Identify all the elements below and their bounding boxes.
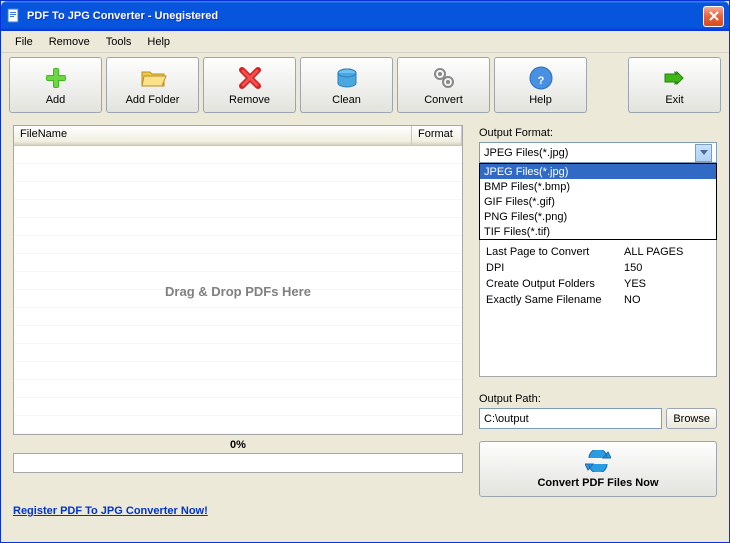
setting-row: Create Output FoldersYES [480, 278, 716, 294]
progress-bar [13, 453, 463, 473]
clean-label: Clean [332, 94, 361, 106]
chevron-down-icon[interactable] [695, 144, 712, 162]
menubar: File Remove Tools Help [1, 31, 729, 53]
window-title: PDF To JPG Converter - Unegistered [27, 10, 703, 22]
remove-button[interactable]: Remove [203, 57, 296, 113]
menu-help[interactable]: Help [139, 34, 178, 50]
output-format-select[interactable]: JPEG Files(*.jpg) JPEG Files(*.jpg) BMP … [479, 142, 717, 163]
convert-button[interactable]: Convert [397, 57, 490, 113]
add-label: Add [46, 94, 66, 106]
convert-label: Convert [424, 94, 463, 106]
setting-row: Last Page to ConvertALL PAGES [480, 246, 716, 262]
svg-text:?: ? [537, 75, 544, 87]
exit-button[interactable]: Exit [628, 57, 721, 113]
output-path-label: Output Path: [479, 391, 717, 408]
opt-bmp[interactable]: BMP Files(*.bmp) [480, 179, 716, 194]
output-format-dropdown[interactable]: JPEG Files(*.jpg) BMP Files(*.bmp) GIF F… [479, 163, 717, 240]
menu-file[interactable]: File [7, 34, 41, 50]
opt-tif[interactable]: TIF Files(*.tif) [480, 224, 716, 239]
table-body[interactable]: Drag & Drop PDFs Here [14, 146, 462, 435]
dragdrop-hint: Drag & Drop PDFs Here [165, 284, 311, 299]
clean-icon [333, 64, 361, 92]
help-label: Help [529, 94, 552, 106]
menu-tools[interactable]: Tools [98, 34, 140, 50]
add-folder-label: Add Folder [126, 94, 180, 106]
register-link[interactable]: Register PDF To JPG Converter Now! [1, 501, 729, 521]
clean-button[interactable]: Clean [300, 57, 393, 113]
convert-now-label: Convert PDF Files Now [537, 477, 658, 489]
convert-now-icon [585, 450, 611, 475]
convert-now-button[interactable]: Convert PDF Files Now [479, 441, 717, 497]
opt-jpeg[interactable]: JPEG Files(*.jpg) [480, 164, 716, 179]
opt-png[interactable]: PNG Files(*.png) [480, 209, 716, 224]
help-icon: ? [527, 64, 555, 92]
menu-remove[interactable]: Remove [41, 34, 98, 50]
folder-icon [139, 64, 167, 92]
progress-label: 0% [13, 435, 463, 453]
exit-label: Exit [665, 94, 683, 106]
output-format-label: Output Format: [479, 125, 717, 142]
output-path-input[interactable] [479, 408, 662, 429]
add-folder-button[interactable]: Add Folder [106, 57, 199, 113]
exit-icon [661, 64, 689, 92]
col-filename[interactable]: FileName [14, 126, 412, 145]
app-icon [6, 8, 22, 24]
output-format-value: JPEG Files(*.jpg) [484, 147, 695, 159]
col-format[interactable]: Format [412, 126, 462, 145]
help-button[interactable]: ? Help [494, 57, 587, 113]
add-icon [42, 64, 70, 92]
table-header: FileName Format [14, 126, 462, 146]
toolbar: Add Add Folder Remove Clean Convert ? He… [1, 53, 729, 117]
opt-gif[interactable]: GIF Files(*.gif) [480, 194, 716, 209]
setting-row: DPI150 [480, 262, 716, 278]
add-button[interactable]: Add [9, 57, 102, 113]
setting-row: Exactly Same FilenameNO [480, 294, 716, 310]
close-button[interactable] [703, 6, 724, 27]
remove-icon [236, 64, 264, 92]
remove-label: Remove [229, 94, 270, 106]
titlebar: PDF To JPG Converter - Unegistered [1, 1, 729, 31]
file-table[interactable]: FileName Format Drag & Drop PDFs Here [13, 125, 463, 435]
convert-icon [430, 64, 458, 92]
browse-button[interactable]: Browse [666, 408, 717, 429]
